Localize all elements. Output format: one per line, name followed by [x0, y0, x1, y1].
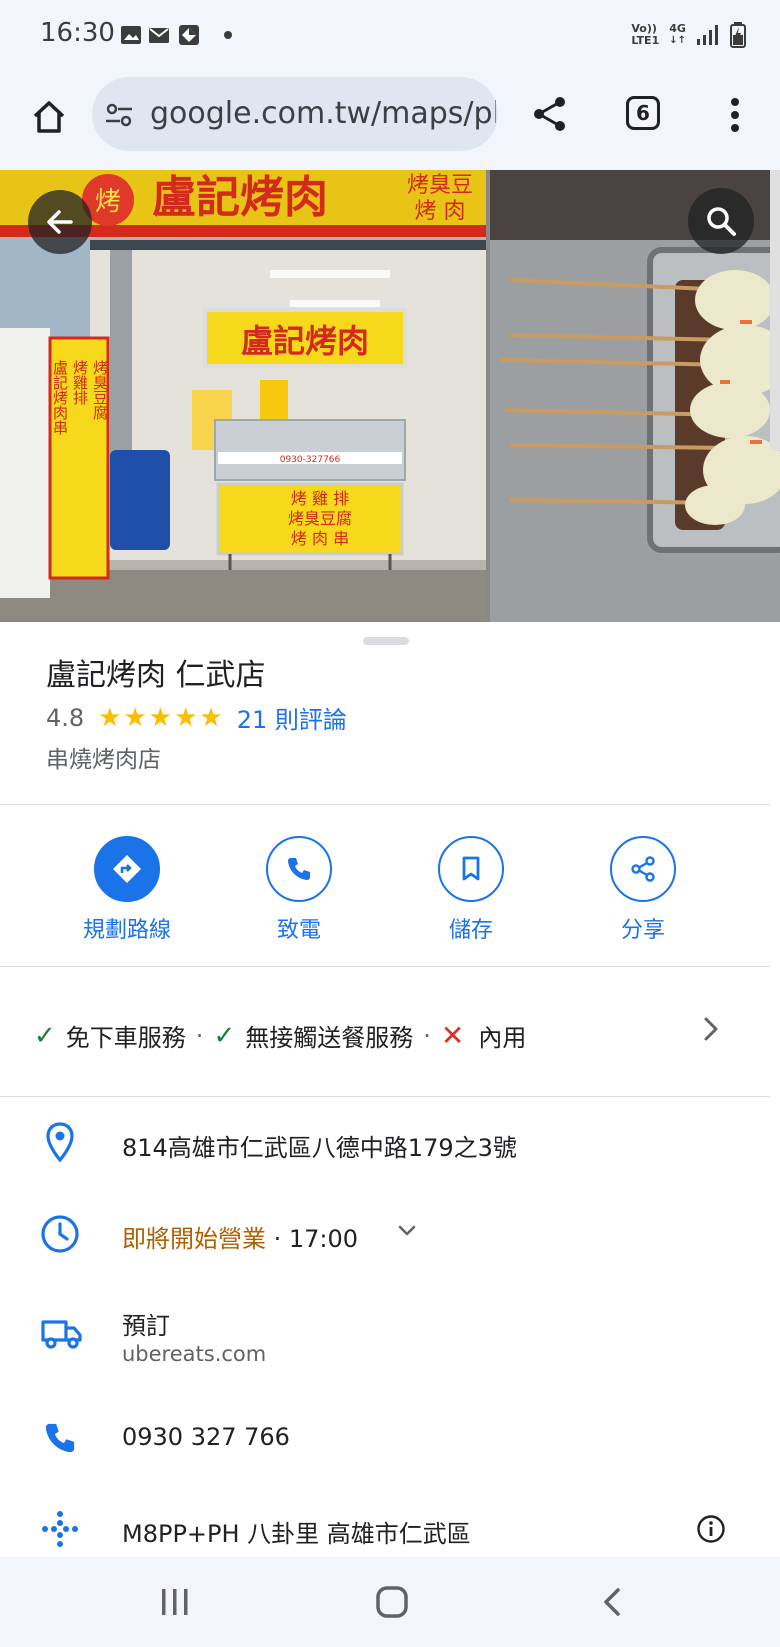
plus-code-icon [40, 1509, 80, 1549]
lte-label: LTE1 [631, 34, 660, 47]
sign-top-right-2-text: 烤 肉 [415, 199, 466, 224]
search-icon [707, 207, 736, 236]
bookmark-icon [462, 856, 480, 881]
mail-icon [149, 28, 169, 43]
directions-label: 規劃路線 [82, 918, 171, 943]
call-label: 致電 [276, 918, 321, 943]
notification-dot-icon [224, 31, 232, 39]
divider [0, 1096, 770, 1097]
save-button[interactable]: 儲存 [386, 836, 556, 944]
photo-carousel[interactable]: 烤 盧記烤肉 烤臭豆 烤 肉 盧記烤肉 0930-327766 烤 雞 排 烤臭… [0, 170, 780, 622]
check-icon: ✓ [213, 1020, 236, 1051]
logo-char-text: 烤 [95, 187, 121, 217]
browser-menu-button[interactable] [720, 90, 750, 140]
tab-switcher-button[interactable]: 6 [626, 96, 660, 130]
home-button[interactable] [24, 92, 74, 142]
battery-icon [730, 22, 746, 48]
directions-circle[interactable] [94, 836, 160, 902]
place-category[interactable]: 串燒烤肉店 [46, 740, 161, 774]
service-separator: · [195, 1021, 204, 1050]
service-option-drive-through: 免下車服務 [65, 1024, 186, 1052]
back-nav-icon[interactable] [598, 1586, 626, 1618]
side-sign-col3-text: 烤臭豆腐 [91, 360, 109, 420]
service-options-row[interactable]: ✓ 免下車服務 · ✓ 無接觸送餐服務 · ✕ 內用 [34, 1018, 526, 1053]
side-sign-col1-text: 盧記烤肉串 [51, 360, 69, 435]
share-icon [534, 97, 565, 131]
gallery-icon [121, 26, 141, 44]
status-right-group: Vo)) LTE1 4G ↓↑ [631, 22, 746, 48]
home-nav-icon[interactable] [374, 1584, 410, 1620]
share-place-button[interactable]: 分享 [558, 836, 728, 944]
volte-indicator: Vo)) LTE1 [631, 23, 659, 47]
data-arrows-icon: ↓↑ [669, 35, 686, 46]
stall-menu-1-text: 烤 雞 排 [291, 489, 349, 508]
hours-status: 即將開始營業 [122, 1225, 266, 1253]
stall-menu-2-text: 烤臭豆腐 [288, 509, 352, 528]
divider [0, 966, 770, 967]
order-label[interactable]: 預訂 [122, 1306, 170, 1341]
chevron-right-icon[interactable] [700, 1014, 722, 1044]
hours-time: · 17:00 [266, 1225, 359, 1253]
share-circle[interactable] [610, 836, 676, 902]
arrow-back-icon [47, 210, 73, 234]
sheet-drag-handle[interactable] [363, 637, 409, 645]
status-time: 16:30 [40, 18, 115, 48]
sign-top-right-1-text: 烤臭豆 [407, 173, 473, 198]
page-scrollbar[interactable] [770, 170, 780, 450]
home-icon [33, 101, 65, 133]
phone-number[interactable]: 0930 327 766 [122, 1423, 290, 1451]
data-indicator: 4G ↓↑ [669, 23, 686, 47]
rating-row: 4.8 ★★★★★ 21 則評論 [46, 700, 347, 735]
hours-row[interactable]: 即將開始營業 · 17:00 [122, 1219, 358, 1254]
back-button[interactable] [28, 190, 92, 254]
stall-sign-text: 盧記烤肉 [241, 322, 369, 360]
stall-menu-3-text: 烤 肉 串 [291, 529, 349, 548]
sign-main-text: 盧記烤肉 [152, 172, 328, 223]
site-settings-icon[interactable] [104, 100, 134, 130]
rating-value: 4.8 [46, 703, 85, 732]
app-icon [179, 25, 199, 45]
divider [0, 804, 770, 805]
directions-button[interactable]: 規劃路線 [42, 836, 212, 944]
signal-icon [697, 25, 718, 45]
phone-strip-text: 0930-327766 [280, 455, 341, 465]
check-icon: ✓ [34, 1020, 56, 1051]
review-count-link[interactable]: 21 則評論 [237, 700, 347, 735]
url-text[interactable]: google.com.tw/maps/pla [150, 96, 496, 131]
directions-icon [113, 855, 141, 883]
share-label: 分享 [620, 918, 665, 943]
service-option-dine-in: 內用 [478, 1024, 527, 1052]
more-vert-icon [731, 98, 739, 132]
phone-icon [288, 858, 310, 880]
phone-icon [40, 1418, 80, 1458]
star-rating: ★★★★★ [98, 702, 225, 733]
maps-search-button[interactable] [688, 188, 754, 254]
close-icon: ✕ [440, 1019, 465, 1052]
chevron-down-icon[interactable] [396, 1224, 418, 1238]
tab-count: 6 [636, 101, 650, 125]
info-icon[interactable] [696, 1514, 726, 1544]
side-sign-col2-text: 烤雞排 [71, 360, 89, 406]
save-label: 儲存 [448, 918, 493, 943]
plus-code-text[interactable]: M8PP+PH 八卦里 高雄市仁武區 [122, 1514, 471, 1549]
clock-icon [40, 1214, 80, 1254]
call-button[interactable]: 致電 [214, 836, 384, 944]
address-text[interactable]: 814高雄市仁武區八德中路179之3號 [122, 1128, 517, 1163]
place-title: 盧記烤肉 仁武店 [46, 658, 266, 693]
recent-apps-icon[interactable] [158, 1586, 192, 1618]
call-circle[interactable] [266, 836, 332, 902]
location-pin-icon [40, 1122, 80, 1162]
save-circle[interactable] [438, 836, 504, 902]
service-separator: · [423, 1021, 431, 1050]
service-option-contactless-delivery: 無接觸送餐服務 [245, 1024, 414, 1052]
order-site[interactable]: ubereats.com [122, 1342, 266, 1366]
share-icon [631, 856, 655, 882]
delivery-truck-icon [40, 1314, 84, 1354]
network-type-label: 4G [669, 22, 686, 35]
browser-share-button[interactable] [524, 88, 576, 140]
